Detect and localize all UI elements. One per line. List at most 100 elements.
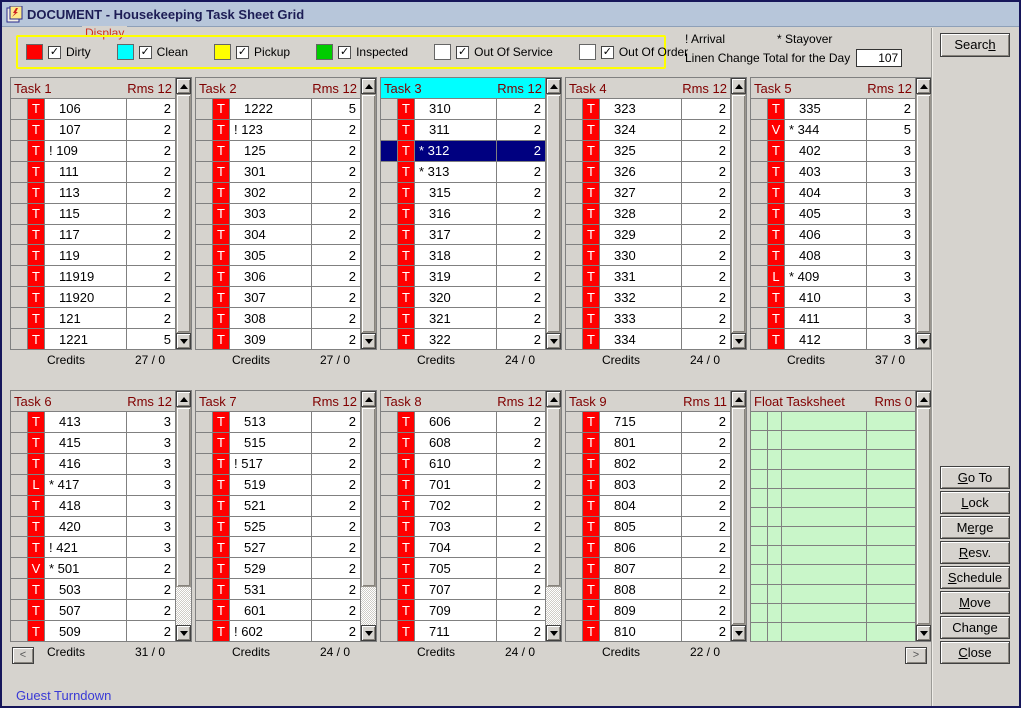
scroll-up-icon[interactable]	[731, 391, 746, 407]
room-row-704[interactable]: T7042	[381, 537, 545, 558]
room-number-cell[interactable]: 521	[230, 496, 312, 516]
room-row-328[interactable]: T3282	[566, 204, 730, 225]
row-select-cell[interactable]	[751, 162, 768, 182]
room-number-cell[interactable]: 529	[230, 558, 312, 578]
tasksheet-header[interactable]: Task 1Rms 12	[11, 78, 175, 99]
row-select-cell[interactable]	[751, 431, 768, 449]
row-select-cell[interactable]	[566, 204, 583, 224]
row-select-cell[interactable]	[196, 517, 213, 537]
row-select-cell[interactable]	[751, 141, 768, 161]
scroll-up-icon[interactable]	[916, 78, 931, 94]
room-row-806[interactable]: T8062	[566, 537, 730, 558]
tasksheet-header[interactable]: Task 4Rms 12	[566, 78, 730, 99]
schedule-button[interactable]: Schedule	[940, 566, 1010, 589]
room-row-317[interactable]: T3172	[381, 225, 545, 246]
room-row-705[interactable]: T7052	[381, 558, 545, 579]
row-select-cell[interactable]	[566, 517, 583, 537]
room-number-cell[interactable]: 701	[415, 475, 497, 495]
room-number-cell[interactable]: 317	[415, 225, 497, 245]
room-number-cell[interactable]: 406	[785, 225, 867, 245]
room-number-cell[interactable]	[782, 527, 867, 545]
room-row-405[interactable]: T4053	[751, 204, 915, 225]
room-row-121[interactable]: T1212	[11, 308, 175, 329]
room-number-cell[interactable]: 301	[230, 162, 312, 182]
row-select-cell[interactable]	[381, 537, 398, 557]
room-row-312[interactable]: T* 3122	[381, 141, 545, 162]
scrollbar-thumb[interactable]	[731, 94, 746, 333]
row-select-cell[interactable]	[11, 537, 28, 557]
row-select-cell[interactable]	[11, 329, 28, 349]
room-number-cell[interactable]: 804	[600, 496, 682, 516]
tasksheet-header[interactable]: Task 6Rms 12	[11, 391, 175, 412]
room-number-cell[interactable]: 11920	[45, 287, 127, 307]
room-number-cell[interactable]: * 409	[785, 266, 867, 286]
room-number-cell[interactable]	[782, 470, 867, 488]
room-number-cell[interactable]: 606	[415, 412, 497, 432]
row-select-cell[interactable]	[751, 183, 768, 203]
row-select-cell[interactable]	[566, 621, 583, 641]
row-select-cell[interactable]	[751, 546, 768, 564]
guest-turndown-link[interactable]: Guest Turndown	[16, 688, 111, 703]
scroll-up-icon[interactable]	[361, 391, 376, 407]
room-number-cell[interactable]: 308	[230, 308, 312, 328]
room-number-cell[interactable]: 525	[230, 517, 312, 537]
room-row-310[interactable]: T3102	[381, 99, 545, 120]
room-row-322[interactable]: T3222	[381, 329, 545, 349]
scroll-down-icon[interactable]	[546, 625, 561, 641]
room-number-cell[interactable]: * 312	[415, 141, 497, 161]
merge-button[interactable]: Merge	[940, 516, 1010, 539]
room-number-cell[interactable]: 121	[45, 308, 127, 328]
row-select-cell[interactable]	[566, 496, 583, 516]
room-row-304[interactable]: T3042	[196, 225, 360, 246]
room-number-cell[interactable]: ! 602	[230, 621, 312, 641]
room-row-408[interactable]: T4083	[751, 245, 915, 266]
row-select-cell[interactable]	[566, 183, 583, 203]
row-select-cell[interactable]	[11, 308, 28, 328]
room-number-cell[interactable]: 325	[600, 141, 682, 161]
room-row-529[interactable]: T5292	[196, 558, 360, 579]
scrollbar-thumb[interactable]	[176, 94, 191, 333]
room-row-803[interactable]: T8032	[566, 475, 730, 496]
room-row-330[interactable]: T3302	[566, 245, 730, 266]
room-number-cell[interactable]: 321	[415, 308, 497, 328]
room-number-cell[interactable]: 808	[600, 579, 682, 599]
room-number-cell[interactable]: ! 109	[45, 141, 127, 161]
room-row-707[interactable]: T7072	[381, 579, 545, 600]
room-number-cell[interactable]: 117	[45, 225, 127, 245]
room-row-417[interactable]: L* 4173	[11, 475, 175, 496]
scrollbar-thumb[interactable]	[361, 407, 376, 587]
room-number-cell[interactable]: 113	[45, 183, 127, 203]
room-number-cell[interactable]: 115	[45, 204, 127, 224]
scroll-down-icon[interactable]	[361, 625, 376, 641]
room-number-cell[interactable]: 519	[230, 475, 312, 495]
row-select-cell[interactable]	[381, 579, 398, 599]
room-number-cell[interactable]: 803	[600, 475, 682, 495]
room-number-cell[interactable]: 709	[415, 600, 497, 620]
row-select-cell[interactable]	[11, 433, 28, 453]
room-number-cell[interactable]: 307	[230, 287, 312, 307]
panel-scrollbar[interactable]	[545, 391, 561, 641]
tasksheet-header[interactable]: Task 8Rms 12	[381, 391, 545, 412]
room-row-415[interactable]: T4153	[11, 433, 175, 454]
scrollbar-track[interactable]	[176, 587, 191, 625]
scrollbar-thumb[interactable]	[546, 407, 561, 587]
scroll-down-icon[interactable]	[176, 333, 191, 349]
row-select-cell[interactable]	[196, 558, 213, 578]
row-select-cell[interactable]	[196, 329, 213, 349]
row-select-cell[interactable]	[751, 604, 768, 622]
scroll-down-icon[interactable]	[916, 625, 931, 641]
panel-scrollbar[interactable]	[175, 391, 191, 641]
scroll-down-icon[interactable]	[916, 333, 931, 349]
room-row-809[interactable]: T8092	[566, 600, 730, 621]
row-select-cell[interactable]	[196, 496, 213, 516]
room-row-703[interactable]: T7032	[381, 517, 545, 538]
empty-row[interactable]	[751, 470, 915, 489]
row-select-cell[interactable]	[381, 183, 398, 203]
row-select-cell[interactable]	[196, 537, 213, 557]
scrollbar-track[interactable]	[361, 587, 376, 625]
row-select-cell[interactable]	[196, 141, 213, 161]
room-number-cell[interactable]: 331	[600, 266, 682, 286]
row-select-cell[interactable]	[381, 225, 398, 245]
scrollbar-thumb[interactable]	[916, 407, 931, 625]
room-number-cell[interactable]: 702	[415, 496, 497, 516]
